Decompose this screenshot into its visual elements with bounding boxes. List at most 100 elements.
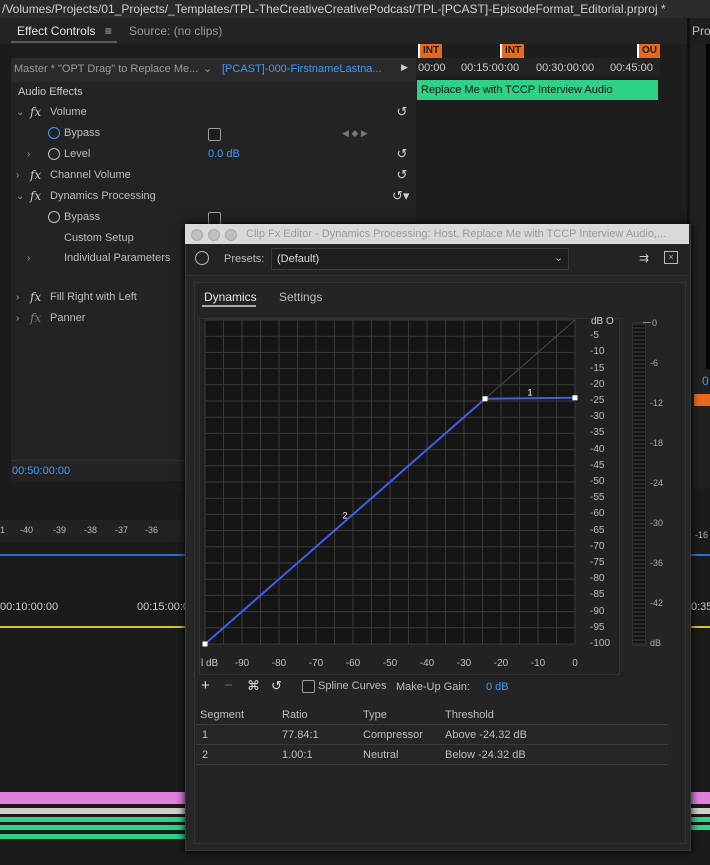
chevron-down-icon[interactable]: ⌄ bbox=[203, 62, 212, 75]
reset-graph-icon[interactable]: ↺ bbox=[271, 678, 282, 694]
panel-tab-bar: Effect Controls ≡ Source: (no clips) Pro bbox=[0, 18, 710, 44]
timecode-display[interactable]: 00:50:00:00 bbox=[12, 465, 70, 477]
y-tick-label: -65 bbox=[590, 524, 605, 536]
invert-icon[interactable]: ⌘ bbox=[247, 678, 260, 694]
chevron-right-icon[interactable]: › bbox=[16, 287, 19, 308]
y-tick-label: -25 bbox=[590, 395, 605, 406]
marker-in[interactable]: INT bbox=[418, 44, 443, 58]
tab-program[interactable]: Pro bbox=[692, 18, 710, 44]
clip-name-label[interactable]: [PCAST]-000-FirstnameLastna... bbox=[222, 63, 392, 75]
spline-curves-checkbox[interactable] bbox=[302, 680, 315, 693]
track-clip-green[interactable] bbox=[0, 825, 185, 830]
close-window-button[interactable] bbox=[191, 229, 203, 241]
time-tick: 0:35: bbox=[691, 601, 710, 613]
zoom-window-button[interactable] bbox=[225, 229, 237, 241]
reset-icon[interactable]: ↺ bbox=[395, 105, 409, 119]
chevron-right-icon[interactable]: › bbox=[27, 144, 30, 165]
marker-out[interactable]: OU bbox=[637, 44, 660, 58]
table-header: Threshold bbox=[445, 708, 494, 721]
fx-icon[interactable]: fx bbox=[30, 308, 41, 329]
stopwatch-icon[interactable] bbox=[48, 148, 60, 160]
meter-tick: -16 bbox=[695, 530, 709, 540]
mini-timeline-ruler[interactable]: 00:00 00:15:00:00 00:30:00:00 00:45:00 bbox=[416, 58, 660, 76]
dynamics-graph[interactable]: 12 bbox=[199, 318, 589, 652]
x-tick-label: -10 bbox=[530, 658, 546, 669]
audio-effects-header: Audio Effects bbox=[11, 82, 416, 103]
meter-tick-label: 0 bbox=[652, 318, 658, 328]
presets-dropdown[interactable]: (Default) ⌄ bbox=[271, 248, 569, 270]
master-clip-label[interactable]: Master * "OPT Drag" to Replace Me... bbox=[14, 63, 199, 75]
chevron-down-icon[interactable]: ⌄ bbox=[16, 102, 24, 123]
y-tick-label: -55 bbox=[590, 492, 605, 504]
fx-icon[interactable]: fx bbox=[30, 186, 41, 207]
time-tick: 00:15:00:0 bbox=[137, 601, 189, 613]
table-row[interactable]: 1 77.84:1 Compressor Above -24.32 dB bbox=[196, 724, 668, 745]
effect-row-channel-volume[interactable]: › fx Channel Volume ↺ bbox=[11, 165, 416, 186]
stopwatch-icon[interactable] bbox=[48, 211, 60, 223]
work-area-bar[interactable] bbox=[0, 626, 185, 628]
chevron-right-icon[interactable]: › bbox=[27, 248, 30, 269]
delete-preset-icon[interactable]: × bbox=[664, 251, 678, 264]
meter-tick: -36 bbox=[145, 525, 159, 535]
remove-point-icon[interactable]: − bbox=[224, 677, 233, 694]
routing-icon[interactable]: ⇉ bbox=[639, 251, 649, 265]
stopwatch-icon[interactable] bbox=[48, 127, 60, 139]
ruler-tick: 00:15:00:00 bbox=[461, 62, 520, 74]
track-clip-green[interactable] bbox=[0, 817, 185, 822]
audio-meter-ruler: 1 -40 -39 -38 -37 -36 bbox=[0, 520, 185, 542]
bypass-checkbox[interactable] bbox=[208, 128, 221, 141]
fx-icon[interactable]: fx bbox=[30, 287, 41, 308]
tab-dynamics[interactable]: Dynamics bbox=[204, 290, 257, 304]
chevron-right-icon[interactable]: › bbox=[16, 165, 19, 186]
table-header-row: Segment Ratio Type Threshold bbox=[196, 705, 668, 725]
meter-tick-label: -24 bbox=[650, 478, 664, 488]
window-title-bar: /Volumes/Projects/01_Projects/_Templates… bbox=[0, 0, 710, 18]
chevron-down-icon[interactable]: ⌄ bbox=[16, 186, 24, 207]
active-tab-indicator bbox=[11, 41, 117, 43]
track-clip-white[interactable] bbox=[689, 808, 710, 814]
work-area-bar[interactable] bbox=[689, 626, 710, 628]
reset-dropdown-icon[interactable]: ↺▾ bbox=[392, 189, 409, 203]
y-tick-label: -50 bbox=[590, 476, 605, 487]
graph-controls: + − ⌘ ↺ Spline Curves Make-Up Gain: 0 dB bbox=[194, 676, 684, 698]
table-header: Ratio bbox=[282, 708, 308, 721]
effect-row-level[interactable]: › Level 0.0 dB ↺ bbox=[11, 144, 416, 165]
power-icon[interactable] bbox=[195, 251, 209, 265]
track-clip-green[interactable] bbox=[689, 817, 710, 822]
reset-icon[interactable]: ↺ bbox=[395, 147, 409, 161]
meter-tick: 1 bbox=[0, 525, 6, 535]
y-tick-label: -75 bbox=[590, 557, 605, 568]
ruler-tick: 00:30:00:00 bbox=[536, 62, 595, 74]
marker-int[interactable]: INT bbox=[500, 44, 525, 58]
makeup-gain-label: Make-Up Gain: bbox=[396, 681, 470, 693]
tab-settings[interactable]: Settings bbox=[279, 290, 322, 304]
effect-row-bypass[interactable]: Bypass ◀ ◆ ▶ bbox=[11, 123, 416, 144]
table-row[interactable]: 2 1.00:1 Neutral Below -24.32 dB bbox=[196, 744, 668, 765]
y-tick-label: -100 bbox=[590, 638, 611, 649]
track-clip-green[interactable] bbox=[0, 834, 185, 839]
fx-icon[interactable]: fx bbox=[30, 102, 41, 123]
minimize-window-button[interactable] bbox=[208, 229, 220, 241]
param-name: Bypass bbox=[64, 127, 101, 139]
effect-name: Channel Volume bbox=[50, 169, 131, 181]
play-only-clip-icon[interactable]: ▶ bbox=[401, 62, 408, 73]
track-clip-white[interactable] bbox=[0, 808, 185, 814]
panel-menu-icon[interactable]: ≡ bbox=[105, 24, 112, 38]
makeup-gain-value[interactable]: 0 dB bbox=[486, 681, 509, 693]
clip-bar[interactable]: Replace Me with TCCP Interview Audio bbox=[417, 80, 658, 100]
tab-source[interactable]: Source: (no clips) bbox=[129, 18, 222, 44]
keyframe-nav-icon[interactable]: ◀ ◆ ▶ bbox=[342, 123, 368, 144]
track-clip-pink[interactable] bbox=[689, 792, 710, 804]
add-point-icon[interactable]: + bbox=[201, 677, 210, 694]
track-clip-pink[interactable] bbox=[0, 792, 185, 804]
chevron-right-icon[interactable]: › bbox=[16, 308, 19, 329]
effect-row-dynamics[interactable]: ⌄ fx Dynamics Processing ↺▾ bbox=[11, 186, 416, 207]
track-clip-green[interactable] bbox=[689, 825, 710, 830]
level-value[interactable]: 0.0 dB bbox=[208, 144, 240, 165]
reset-icon[interactable]: ↺ bbox=[395, 168, 409, 182]
x-tick-label: -90 bbox=[234, 658, 250, 669]
y-tick-label: -95 bbox=[590, 621, 605, 633]
dialog-title-bar[interactable]: Clip Fx Editor - Dynamics Processing: Ho… bbox=[185, 224, 689, 244]
effect-row-volume[interactable]: ⌄ fx Volume ↺ bbox=[11, 102, 416, 123]
fx-icon[interactable]: fx bbox=[30, 165, 41, 186]
